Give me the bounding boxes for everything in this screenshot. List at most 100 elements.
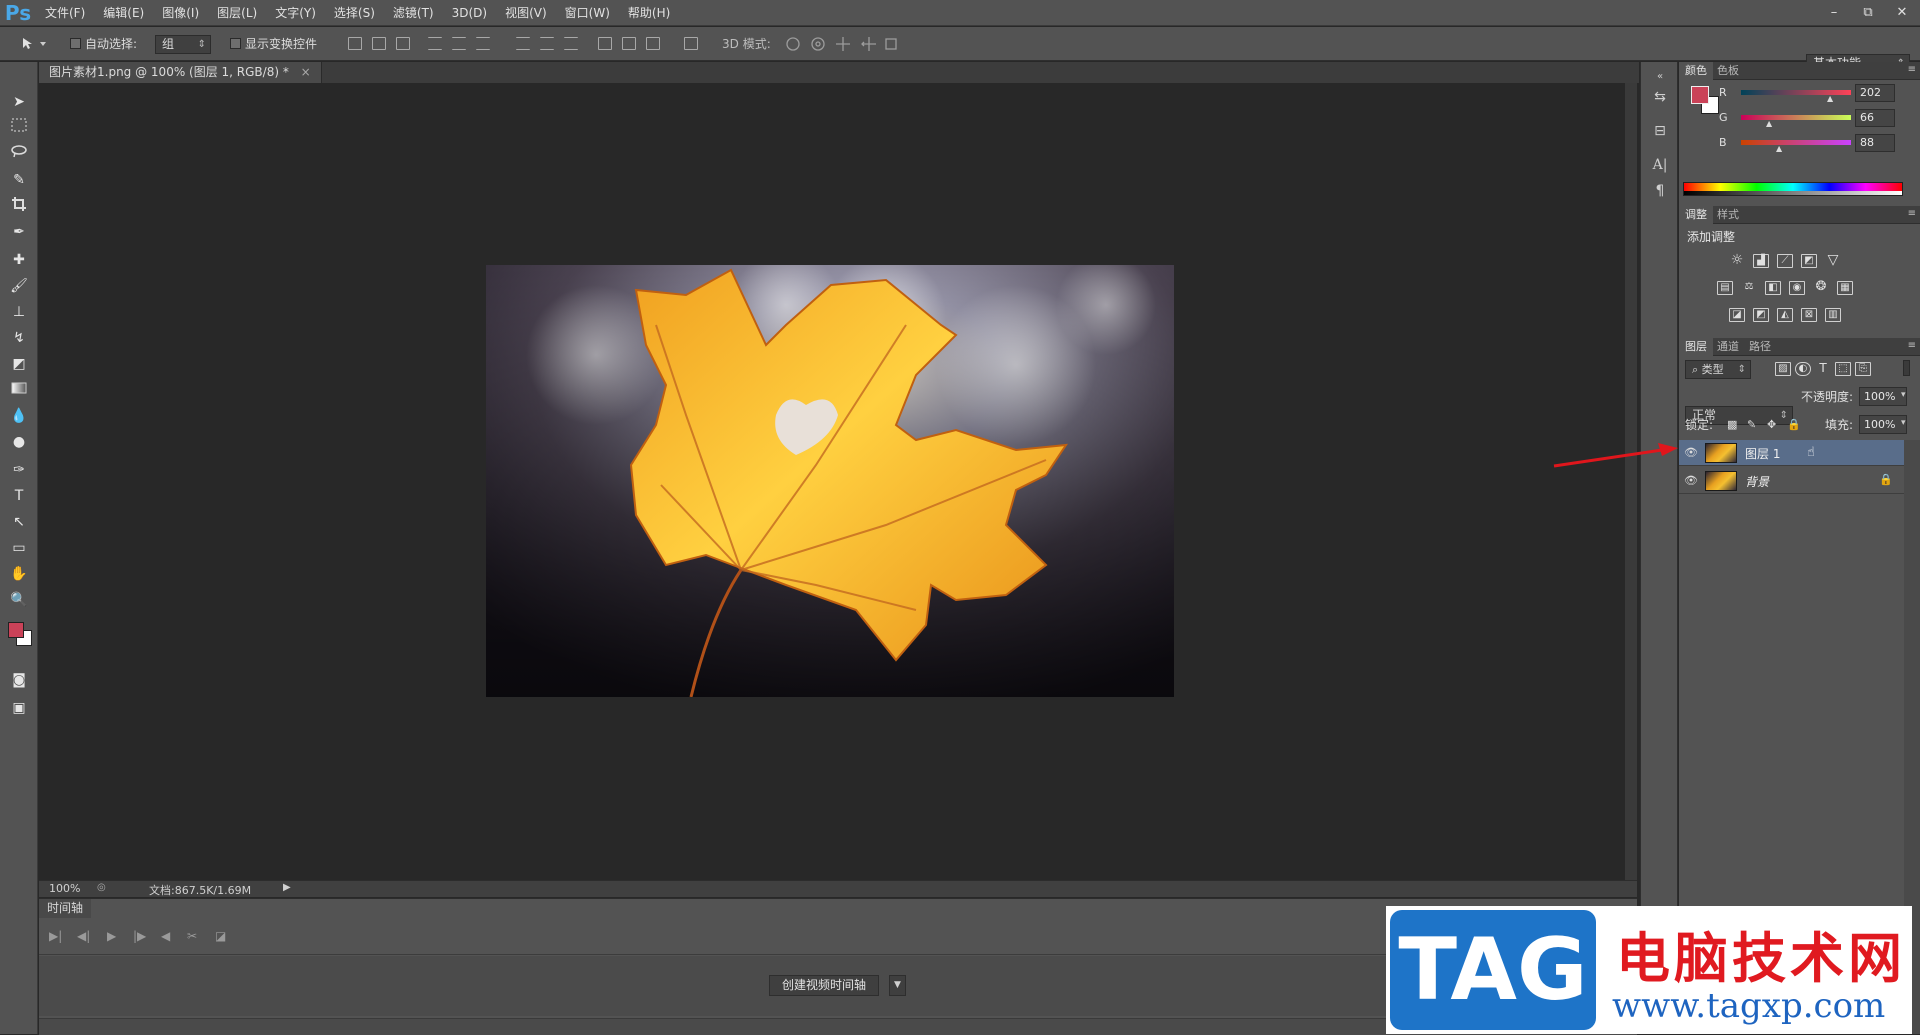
restore-button[interactable]: ⧉ <box>1858 5 1878 20</box>
close-tab-icon[interactable]: × <box>301 65 311 79</box>
foreground-color-swatch[interactable] <box>8 622 24 638</box>
filter-pixel-icon[interactable]: ▨ <box>1775 362 1791 376</box>
minimize-button[interactable]: – <box>1824 5 1844 20</box>
blue-thumb-icon[interactable]: ▲ <box>1776 144 1782 153</box>
color-balance-icon[interactable]: ⚖ <box>1741 281 1757 295</box>
align-left-icon[interactable] <box>428 37 442 50</box>
gradient-tool-icon[interactable] <box>9 380 29 400</box>
align-vcenter-icon[interactable] <box>372 37 386 50</box>
tab-color[interactable]: 颜色 <box>1679 62 1713 80</box>
move-tool-preset[interactable] <box>20 35 50 53</box>
lock-position-icon[interactable]: ✥ <box>1767 418 1776 431</box>
split-icon[interactable]: ✂ <box>187 929 197 943</box>
selective-color-icon[interactable]: ⊠ <box>1801 308 1817 322</box>
layer-row[interactable]: 👁 图层 1 ☝ <box>1679 440 1904 466</box>
auto-select-checkbox[interactable]: 自动选择: <box>70 35 137 53</box>
distribute-right-icon[interactable] <box>646 37 660 50</box>
auto-select-dropdown[interactable]: 组 <box>155 35 211 54</box>
tab-adjustments[interactable]: 调整 <box>1679 206 1713 224</box>
path-select-tool-icon[interactable]: ↖ <box>9 512 29 532</box>
green-track[interactable] <box>1741 115 1851 120</box>
layer-name[interactable]: 图层 1 <box>1745 445 1780 462</box>
hue-saturation-icon[interactable]: ▤ <box>1717 281 1733 295</box>
zoom-tool-icon[interactable]: 🔍 <box>9 590 29 610</box>
green-value[interactable]: 66 <box>1855 109 1895 127</box>
red-value[interactable]: 202 <box>1855 84 1895 102</box>
menu-type[interactable]: 文字(Y) <box>266 0 325 26</box>
exposure-icon[interactable]: ◩ <box>1801 254 1817 268</box>
audio-icon[interactable]: ◀ <box>161 929 170 943</box>
properties-panel-icon[interactable]: ⊟ <box>1651 122 1669 140</box>
filter-type-icon[interactable]: T <box>1815 362 1831 376</box>
red-track[interactable] <box>1741 90 1851 95</box>
first-frame-icon[interactable]: ▶| <box>49 929 62 943</box>
status-info-icon[interactable]: ◎ <box>97 882 106 893</box>
play-icon[interactable]: ▶ <box>107 929 116 943</box>
menu-edit[interactable]: 编辑(E) <box>94 0 153 26</box>
tab-swatches[interactable]: 色板 <box>1711 62 1745 80</box>
lock-all-icon[interactable]: 🔒 <box>1787 418 1801 431</box>
menu-help[interactable]: 帮助(H) <box>619 0 679 26</box>
show-transform-checkbox[interactable]: 显示变换控件 <box>230 35 317 53</box>
color-panel-swatches[interactable] <box>1691 86 1721 116</box>
color-lookup-icon[interactable]: ▦ <box>1837 281 1853 295</box>
pen-tool-icon[interactable]: ✑ <box>9 460 29 480</box>
distribute-bottom-icon[interactable] <box>564 37 578 50</box>
healing-brush-tool-icon[interactable]: ✚ <box>9 250 29 270</box>
threshold-icon[interactable]: ◭ <box>1777 308 1793 322</box>
lasso-tool-icon[interactable] <box>9 144 29 164</box>
menu-view[interactable]: 视图(V) <box>496 0 556 26</box>
lock-transparent-icon[interactable]: ▩ <box>1727 418 1737 431</box>
layer-filter-dropdown[interactable]: ⌕ 类型 <box>1685 360 1751 379</box>
type-tool-icon[interactable]: T <box>9 486 29 506</box>
distribute-vcenter-icon[interactable] <box>540 37 554 50</box>
invert-icon[interactable]: ◪ <box>1729 308 1745 322</box>
create-video-timeline-button[interactable]: 创建视频时间轴 <box>769 975 880 996</box>
opacity-input[interactable]: 100% <box>1859 387 1907 406</box>
document-tab[interactable]: 图片素材1.png @ 100% (图层 1, RGB/8) * × <box>39 62 322 83</box>
vertical-scrollbar[interactable] <box>1625 83 1637 880</box>
menu-file[interactable]: 文件(F) <box>36 0 94 26</box>
red-thumb-icon[interactable]: ▲ <box>1827 94 1833 103</box>
document-image[interactable] <box>486 265 1174 697</box>
previous-frame-icon[interactable]: ◀| <box>77 929 90 943</box>
opacity-dropdown-icon[interactable]: ▾ <box>1901 390 1906 400</box>
zoom-level[interactable]: 100% <box>49 882 80 895</box>
gradient-map-icon[interactable]: ▥ <box>1825 308 1841 322</box>
marquee-tool-icon[interactable] <box>9 118 29 138</box>
curves-icon[interactable]: ⟋ <box>1777 254 1793 268</box>
collapse-arrow-icon[interactable]: « <box>1651 68 1669 86</box>
filter-adjustment-icon[interactable]: ◐ <box>1795 362 1811 376</box>
green-thumb-icon[interactable]: ▲ <box>1766 119 1772 128</box>
rectangle-tool-icon[interactable]: ▭ <box>9 538 29 558</box>
tab-paths[interactable]: 路径 <box>1743 338 1777 356</box>
filter-shape-icon[interactable]: ⬚ <box>1835 362 1851 376</box>
lock-icon[interactable]: 🔒 <box>1879 473 1893 486</box>
posterize-icon[interactable]: ◩ <box>1753 308 1769 322</box>
black-white-icon[interactable]: ◧ <box>1765 281 1781 295</box>
create-timeline-dropdown-icon[interactable]: ▼ <box>889 975 906 996</box>
color-ramp[interactable] <box>1683 182 1903 196</box>
quick-select-tool-icon[interactable]: ✎ <box>9 170 29 190</box>
eyedropper-tool-icon[interactable]: ✒ <box>9 222 29 242</box>
transition-icon[interactable]: ◪ <box>215 929 226 943</box>
panel-menu-icon[interactable]: ≡ <box>1908 340 1916 351</box>
blur-tool-icon[interactable]: 💧 <box>9 406 29 426</box>
history-brush-tool-icon[interactable]: ↯ <box>9 328 29 348</box>
dodge-tool-icon[interactable]: ● <box>9 432 29 452</box>
foreground-color-swatch[interactable] <box>1691 86 1709 104</box>
fill-dropdown-icon[interactable]: ▾ <box>1901 418 1906 428</box>
next-frame-icon[interactable]: |▶ <box>133 929 146 943</box>
filter-toggle[interactable] <box>1903 360 1910 376</box>
tab-styles[interactable]: 样式 <box>1711 206 1745 224</box>
blue-value[interactable]: 88 <box>1855 134 1895 152</box>
move-tool-icon[interactable]: ➤ <box>9 92 29 112</box>
photo-filter-icon[interactable]: ◉ <box>1789 281 1805 295</box>
hand-tool-icon[interactable]: ✋ <box>9 564 29 584</box>
visibility-eye-icon[interactable]: 👁 <box>1684 446 1698 460</box>
clone-stamp-tool-icon[interactable]: ⊥ <box>9 302 29 322</box>
timeline-tab[interactable]: 时间轴 <box>39 899 92 918</box>
close-button[interactable]: ✕ <box>1892 5 1912 20</box>
filter-smart-object-icon[interactable]: ⎘ <box>1855 362 1871 376</box>
menu-filter[interactable]: 滤镜(T) <box>384 0 443 26</box>
